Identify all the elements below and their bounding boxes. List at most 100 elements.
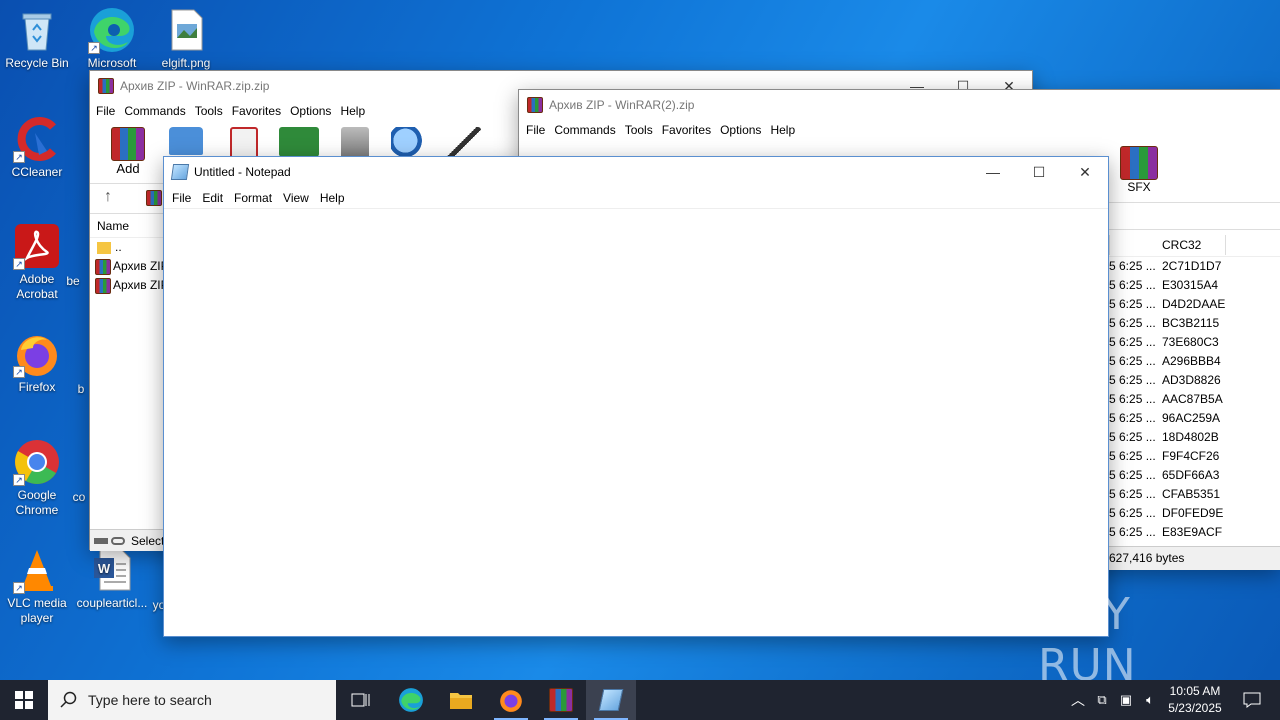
table-row[interactable]: 5 6:25 ... D4D2DAAE (1109, 295, 1280, 314)
notepad-text-area[interactable] (164, 209, 1108, 636)
menu-commands[interactable]: Commands (124, 104, 192, 118)
volume-icon[interactable]: 🔈︎ (1138, 692, 1162, 708)
column-divider (1225, 235, 1226, 255)
desktop-icon-adobe-acrobat[interactable]: ↗ Adobe Acrobat (1, 222, 73, 302)
taskbar-winrar[interactable] (536, 680, 586, 720)
start-button[interactable] (0, 680, 48, 720)
menu-favorites[interactable]: Favorites (662, 123, 718, 137)
close-button[interactable]: ✕ (1062, 157, 1108, 187)
row-modified: 5 6:25 ... (1109, 335, 1156, 349)
list-item[interactable]: Архив ZIP (90, 276, 170, 295)
row-crc32: BC3B2115 (1162, 316, 1220, 330)
row-crc32: E30315A4 (1162, 278, 1219, 292)
row-modified: 5 6:25 ... (1109, 430, 1156, 444)
winrar-icon (549, 688, 573, 712)
menu-commands[interactable]: Commands (554, 123, 622, 137)
menu-favorites[interactable]: Favorites (232, 104, 288, 118)
menu-view[interactable]: View (283, 191, 316, 205)
row-crc32: A296BBB4 (1162, 354, 1221, 368)
delete-button[interactable] (332, 127, 378, 159)
menu-options[interactable]: Options (290, 104, 338, 118)
task-view-button[interactable] (336, 680, 386, 720)
desktop-icon-ccleaner[interactable]: ↗ CCleaner (1, 115, 73, 180)
taskbar-firefox[interactable] (486, 680, 536, 720)
menu-file[interactable]: File (172, 191, 198, 205)
add-button[interactable]: Add (105, 127, 151, 176)
maximize-button[interactable]: ☐ (1016, 157, 1062, 187)
desktop-icon-google-chrome[interactable]: ↗ Google Chrome (1, 438, 73, 518)
minimize-button[interactable]: — (970, 157, 1016, 187)
firefox-icon (500, 690, 522, 712)
menu-bar: File Commands Tools Favorites Options He… (519, 120, 1280, 140)
menu-file[interactable]: File (526, 123, 552, 137)
taskbar-notepad[interactable] (586, 680, 636, 720)
table-row[interactable]: 5 6:25 ... AAC87B5A (1109, 390, 1280, 409)
menu-help[interactable]: Help (320, 191, 352, 205)
test-button[interactable] (221, 127, 267, 159)
table-row[interactable]: 5 6:25 ... F9F4CF26 (1109, 447, 1280, 466)
tray-chevron-up-icon[interactable]: ︿ (1066, 690, 1090, 710)
table-row[interactable]: 5 6:25 ... 65DF66A3 (1109, 466, 1280, 485)
notepad-window[interactable]: Untitled - Notepad — ☐ ✕ File Edit Forma… (163, 156, 1109, 637)
titlebar[interactable]: Untitled - Notepad (164, 157, 1108, 187)
clock-date: 5/23/2025 (1168, 701, 1222, 715)
row-crc32: E83E9ACF (1162, 525, 1223, 539)
desktop-icon-word-doc[interactable]: W couplearticl... (76, 546, 148, 611)
desktop-icon-label: be (66, 274, 80, 288)
menu-format[interactable]: Format (234, 191, 279, 205)
row-modified: 5 6:25 ... (1109, 487, 1156, 501)
table-row[interactable]: 5 6:25 ... 2C71D1D7 (1109, 257, 1280, 276)
titlebar[interactable]: Архив ZIP - WinRAR(2).zip (519, 90, 1280, 120)
table-row[interactable]: 5 6:25 ... CFAB5351 (1109, 485, 1280, 504)
menu-edit[interactable]: Edit (202, 191, 230, 205)
table-row[interactable]: 5 6:25 ... BC3B2115 (1109, 314, 1280, 333)
folder-up-icon (97, 241, 111, 254)
list-item[interactable]: Архив ZIP (90, 257, 170, 276)
table-row[interactable]: 5 6:25 ... 96AC259A (1109, 409, 1280, 428)
row-modified: 5 6:25 ... (1109, 316, 1156, 330)
shortcut-arrow-icon: ↗ (13, 366, 25, 378)
wired-network-icon[interactable]: ▣ (1114, 692, 1138, 708)
menu-tools[interactable]: Tools (625, 123, 660, 137)
taskbar-search-box[interactable]: Type here to search (48, 680, 336, 720)
desktop-icon-elgift[interactable]: elgift.png (150, 6, 222, 71)
view-button[interactable] (276, 127, 322, 157)
row-crc32: F9F4CF26 (1162, 449, 1220, 463)
table-row[interactable]: 5 6:25 ... 73E680C3 (1109, 333, 1280, 352)
menu-tools[interactable]: Tools (195, 104, 230, 118)
table-row[interactable]: 5 6:25 ... E83E9ACF (1109, 523, 1280, 542)
edge-icon (399, 688, 423, 712)
desktop-icon-firefox[interactable]: ↗ Firefox (1, 330, 73, 395)
archive-icon (146, 190, 162, 206)
notification-center-button[interactable] (1232, 680, 1272, 720)
desktop-icon-microsoft-edge[interactable]: ↗ Microsoft (76, 6, 148, 71)
desktop-icon-recycle-bin[interactable]: Recycle Bin (1, 6, 73, 71)
table-row[interactable]: 5 6:25 ... 18D4802B (1109, 428, 1280, 447)
taskbar-edge[interactable] (386, 680, 436, 720)
table-row[interactable]: 5 6:25 ... A296BBB4 (1109, 352, 1280, 371)
menu-options[interactable]: Options (720, 123, 768, 137)
folder-icon (169, 127, 203, 155)
clock[interactable]: 10:05 AM 5/23/2025 (1160, 683, 1230, 717)
desktop-icon-label: couplearticl... (76, 596, 148, 610)
menu-file[interactable]: File (96, 104, 122, 118)
column-header-name[interactable]: Name (90, 214, 170, 238)
folder-icon (450, 693, 472, 709)
row-crc32: AD3D8826 (1162, 373, 1221, 387)
taskbar-file-explorer[interactable] (436, 680, 486, 720)
up-arrow-icon[interactable]: ↑ (104, 188, 112, 206)
desktop-icon-partial-be[interactable]: be (58, 274, 88, 289)
desktop-icon-vlc[interactable]: ↗ VLC media player (1, 546, 73, 626)
menu-help[interactable]: Help (770, 123, 802, 137)
table-row[interactable]: 5 6:25 ... DF0FED9E (1109, 504, 1280, 523)
table-row[interactable]: 5 6:25 ... E30315A4 (1109, 276, 1280, 295)
table-row[interactable]: 5 6:25 ... AD3D8826 (1109, 371, 1280, 390)
list-item[interactable]: .. (90, 238, 170, 257)
network-icon[interactable]: ⧉ (1090, 692, 1114, 708)
drive-icon (94, 537, 108, 544)
menu-help[interactable]: Help (340, 104, 372, 118)
column-header-crc32[interactable]: CRC32 (1109, 233, 1280, 257)
notification-icon (1243, 692, 1261, 708)
sfx-button[interactable]: SFX (1116, 146, 1162, 194)
column-divider (1109, 235, 1110, 255)
